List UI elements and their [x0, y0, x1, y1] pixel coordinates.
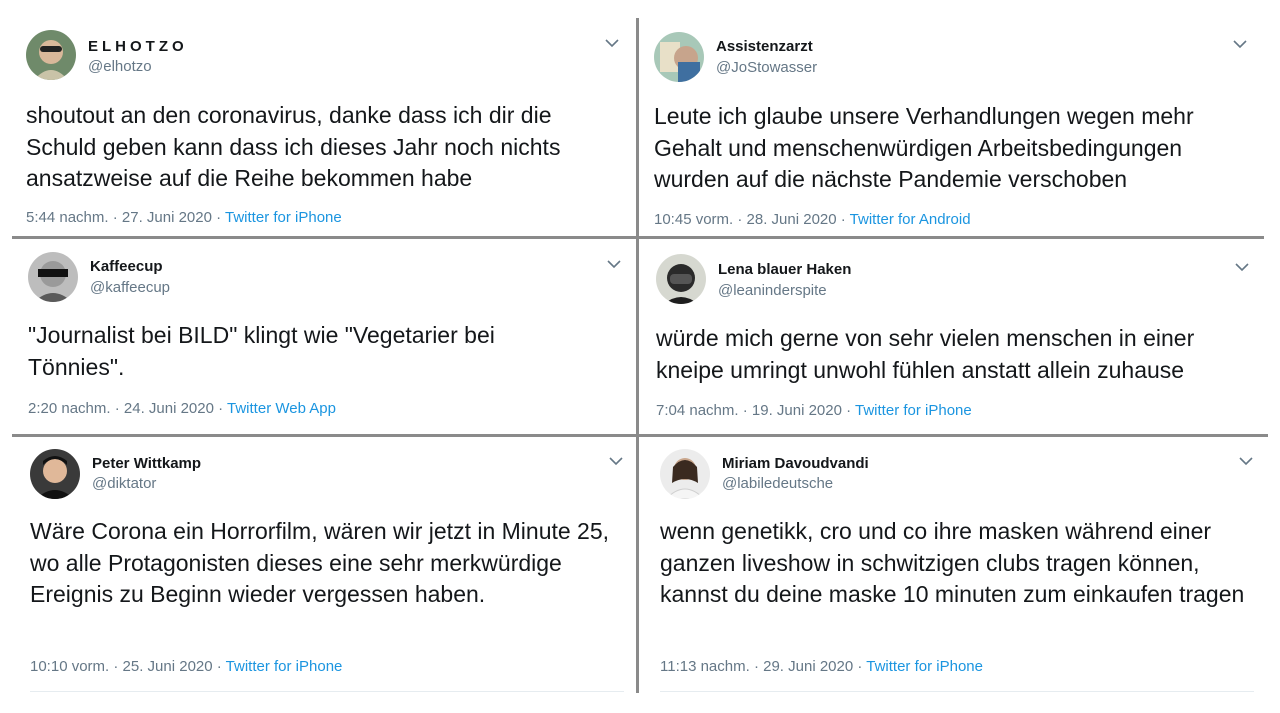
author-name[interactable]: ELHOTZO [88, 38, 188, 55]
grid-divider-horizontal [12, 236, 1264, 239]
tweet-timestamp[interactable]: 2:20 nachm. · 24. Juni 2020 · [28, 400, 227, 417]
tweet-source-link[interactable]: Twitter for iPhone [866, 658, 983, 675]
tweet-meta: 10:10 vorm. · 25. Juni 2020 · Twitter fo… [30, 658, 342, 675]
tweet-text: "Journalist bei BILD" klingt wie "Vegeta… [28, 322, 495, 380]
tweet-source-link[interactable]: Twitter Web App [227, 400, 336, 417]
chevron-down-icon[interactable] [1234, 262, 1250, 272]
tweet-text: Wäre Corona ein Horrorfilm, wären wir je… [30, 518, 610, 607]
author-name[interactable]: Miriam Davoudvandi [722, 455, 869, 472]
tweet-text: würde mich gerne von sehr vielen mensche… [656, 325, 1195, 383]
author-name[interactable]: Peter Wittkamp [92, 455, 201, 472]
tweet-timestamp[interactable]: 10:45 vorm. · 28. Juni 2020 · [654, 211, 850, 228]
tweet-timestamp[interactable]: 7:04 nachm. · 19. Juni 2020 · [656, 402, 855, 419]
tweet-meta: 2:20 nachm. · 24. Juni 2020 · Twitter We… [28, 400, 336, 417]
author-name[interactable]: Assistenzarzt [716, 38, 813, 55]
author-name[interactable]: Kaffeecup [90, 258, 163, 275]
grid-divider-horizontal [12, 434, 1268, 437]
chevron-down-icon[interactable] [608, 456, 624, 466]
tweet-source-link[interactable]: Twitter for Android [850, 211, 971, 228]
tweet-source-link[interactable]: Twitter for iPhone [855, 402, 972, 419]
tweet-source-link[interactable]: Twitter for iPhone [226, 658, 343, 675]
chevron-down-icon[interactable] [1238, 456, 1254, 466]
tweet-text: Leute ich glaube unsere Verhandlungen we… [654, 103, 1194, 192]
tweet-card: Peter Wittkamp @diktator Wäre Corona ein… [12, 438, 636, 694]
chevron-down-icon[interactable] [606, 259, 622, 269]
avatar-icon[interactable] [656, 254, 706, 304]
author-handle[interactable]: @diktator [92, 475, 156, 492]
tweet-card: Assistenzarzt @JoStowasser Leute ich gla… [640, 18, 1268, 236]
author-handle[interactable]: @kaffeecup [90, 279, 170, 296]
tweet-card: Kaffeecup @kaffeecup "Journalist bei BIL… [12, 240, 636, 434]
divider [30, 691, 624, 692]
grid-divider-vertical [636, 18, 639, 693]
tweet-meta: 11:13 nachm. · 29. Juni 2020 · Twitter f… [660, 658, 983, 675]
tweet-card: Lena blauer Haken @leaninderspite würde … [640, 240, 1268, 434]
avatar-icon[interactable] [654, 32, 704, 82]
author-handle[interactable]: @elhotzo [88, 58, 152, 75]
tweet-card: ELHOTZO @elhotzo shoutout an den coronav… [12, 18, 636, 236]
avatar-icon[interactable] [26, 30, 76, 80]
tweet-source-link[interactable]: Twitter for iPhone [225, 209, 342, 226]
tweet-meta: 10:45 vorm. · 28. Juni 2020 · Twitter fo… [654, 211, 971, 228]
tweet-card: Miriam Davoudvandi @labiledeutsche wenn … [640, 438, 1268, 694]
author-handle[interactable]: @JoStowasser [716, 59, 817, 76]
avatar-icon[interactable] [660, 449, 710, 499]
avatar-icon[interactable] [30, 449, 80, 499]
tweet-timestamp[interactable]: 5:44 nachm. · 27. Juni 2020 · [26, 209, 225, 226]
chevron-down-icon[interactable] [604, 38, 620, 48]
tweet-timestamp[interactable]: 10:10 vorm. · 25. Juni 2020 · [30, 658, 226, 675]
tweet-meta: 5:44 nachm. · 27. Juni 2020 · Twitter fo… [26, 209, 342, 226]
tweet-meta: 7:04 nachm. · 19. Juni 2020 · Twitter fo… [656, 402, 972, 419]
tweet-text: shoutout an den coronavirus, danke dass … [26, 102, 561, 191]
divider [660, 691, 1254, 692]
author-name[interactable]: Lena blauer Haken [718, 261, 851, 278]
author-handle[interactable]: @leaninderspite [718, 282, 827, 299]
chevron-down-icon[interactable] [1232, 39, 1248, 49]
tweet-timestamp[interactable]: 11:13 nachm. · 29. Juni 2020 · [660, 658, 866, 675]
author-handle[interactable]: @labiledeutsche [722, 475, 833, 492]
tweet-text: wenn genetikk, cro und co ihre masken wä… [660, 518, 1245, 607]
avatar-icon[interactable] [28, 252, 78, 302]
